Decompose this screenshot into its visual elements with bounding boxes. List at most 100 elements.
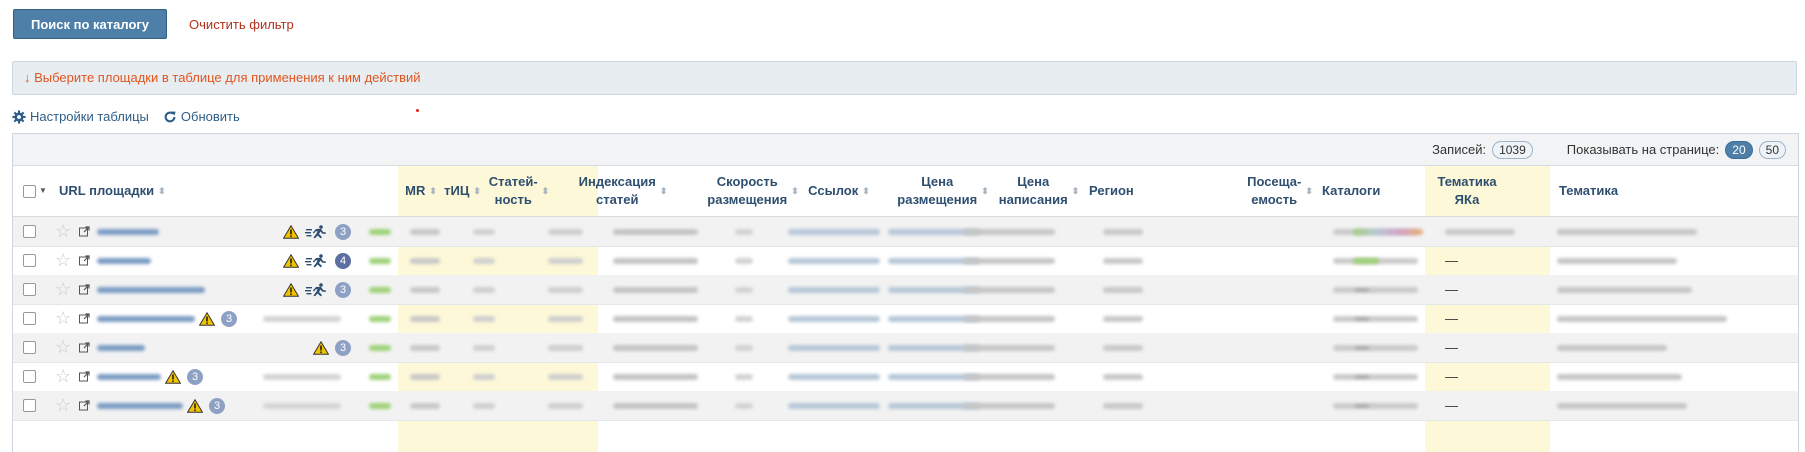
col-yaca-topic[interactable]: Тематика ЯКа <box>1425 166 1509 216</box>
topic-cell <box>1557 333 1667 362</box>
row-checkbox[interactable] <box>23 283 36 296</box>
col-price[interactable]: Цена размещения ⬍ <box>883 166 1003 216</box>
row-checkbox[interactable] <box>23 399 36 412</box>
site-url-cell <box>97 391 183 420</box>
sort-icon: ⬍ <box>981 186 989 196</box>
table-row[interactable]: ☆ 3 — <box>13 333 1798 363</box>
row-checkbox[interactable] <box>23 341 36 354</box>
external-link-icon[interactable] <box>79 313 90 324</box>
favorite-cell: ☆ <box>55 333 71 362</box>
running-man-icon[interactable] <box>305 253 329 268</box>
blurred-value <box>613 362 698 391</box>
star-icon[interactable]: ☆ <box>55 395 71 416</box>
row-checkbox[interactable] <box>23 312 36 325</box>
site-url-link[interactable] <box>97 315 195 322</box>
col-region[interactable]: Регион <box>1089 166 1209 216</box>
count-badge[interactable]: 3 <box>209 397 225 414</box>
star-icon[interactable]: ☆ <box>55 366 71 387</box>
blurred-value <box>369 391 391 420</box>
col-traffic[interactable]: Посеща-емость ⬍ <box>1238 166 1322 216</box>
favorite-cell: ☆ <box>55 304 71 333</box>
site-url-link[interactable] <box>97 402 183 409</box>
star-icon[interactable]: ☆ <box>55 279 71 300</box>
select-all-checkbox[interactable] <box>23 184 36 198</box>
table-row[interactable]: ☆ 3 — <box>13 304 1798 334</box>
table-row[interactable]: ☆ 3 — <box>13 391 1798 421</box>
table-settings-link[interactable]: Настройки таблицы <box>12 109 149 124</box>
warning-icon[interactable] <box>283 224 299 239</box>
col-speed[interactable]: Скорость размещения ⬍ <box>693 166 813 216</box>
site-url-link[interactable] <box>97 373 161 380</box>
site-extra <box>263 362 341 391</box>
star-icon[interactable]: ☆ <box>55 250 71 271</box>
records-count: 1039 <box>1492 140 1533 159</box>
external-link-icon[interactable] <box>79 342 90 353</box>
count-badge[interactable]: 3 <box>187 368 203 385</box>
table-row[interactable]: ☆ 3 — <box>13 362 1798 392</box>
col-url[interactable]: URL площадки ⬍ <box>59 166 259 216</box>
col-topic[interactable]: Тематика <box>1559 166 1679 216</box>
table-row[interactable]: ☆ 4 — <box>13 246 1798 276</box>
refresh-link[interactable]: Обновить <box>163 109 240 124</box>
row-checkbox[interactable] <box>23 225 36 238</box>
star-icon[interactable]: ☆ <box>55 308 71 329</box>
warning-icon[interactable] <box>199 311 215 326</box>
count-badge[interactable]: 3 <box>335 281 351 298</box>
col-catalogs[interactable]: Каталоги <box>1322 166 1422 216</box>
count-badge[interactable]: 3 <box>335 339 351 356</box>
blurred-value <box>369 333 391 362</box>
site-url-link[interactable] <box>97 257 151 264</box>
blurred-value <box>963 333 1055 362</box>
external-link-icon[interactable] <box>79 284 90 295</box>
blurred-value <box>1103 246 1143 275</box>
count-badge[interactable]: 3 <box>221 310 237 327</box>
external-link-icon[interactable] <box>79 400 90 411</box>
col-tic[interactable]: тИЦ ⬍ <box>441 166 484 216</box>
blurred-value <box>1103 217 1143 246</box>
blurred-value <box>548 246 583 275</box>
topic-cell <box>1557 246 1677 275</box>
col-mr[interactable]: MR ⬍ <box>401 166 441 216</box>
warning-icon[interactable] <box>187 398 203 413</box>
running-man-icon[interactable] <box>305 224 329 239</box>
running-man-icon[interactable] <box>305 282 329 297</box>
col-write-price[interactable]: Цена написания ⬍ <box>989 166 1089 216</box>
star-icon[interactable]: ☆ <box>55 221 71 242</box>
warning-icon[interactable] <box>283 282 299 297</box>
per-page-option-50[interactable]: 50 <box>1758 140 1786 159</box>
count-badge[interactable]: 3 <box>335 223 351 240</box>
site-url-link[interactable] <box>97 228 159 235</box>
site-extra <box>263 304 341 333</box>
external-link-icon[interactable] <box>79 255 90 266</box>
col-yaca-topic-label-2: ЯКа <box>1454 192 1480 207</box>
site-url-link[interactable] <box>97 286 205 293</box>
row-checkbox[interactable] <box>23 370 36 383</box>
external-link-icon[interactable] <box>79 371 90 382</box>
site-url-link[interactable] <box>97 344 145 351</box>
favorite-cell: ☆ <box>55 217 71 246</box>
col-indexing[interactable]: Индексация статей ⬍ <box>553 166 693 216</box>
warning-icon[interactable] <box>313 340 329 355</box>
open-site-cell <box>79 304 90 333</box>
status-icons: 3 <box>165 362 203 391</box>
per-page-option-20[interactable]: 20 <box>1725 140 1753 159</box>
warning-icon[interactable] <box>283 253 299 268</box>
top-toolbar: Поиск по каталогу Очистить фильтр <box>13 8 294 40</box>
warning-icon[interactable] <box>165 369 181 384</box>
catalog-search-button[interactable]: Поиск по каталогу <box>13 9 168 39</box>
col-links[interactable]: Ссылок ⬍ <box>799 166 879 216</box>
red-dot-marker <box>416 109 419 112</box>
clear-filter-link[interactable]: Очистить фильтр <box>189 17 294 32</box>
select-all-control[interactable]: ▼ <box>23 166 58 216</box>
external-link-icon[interactable] <box>79 226 90 237</box>
row-checkbox[interactable] <box>23 254 36 267</box>
blurred-value <box>410 275 440 304</box>
table-row[interactable]: ☆ 3 — <box>13 275 1798 305</box>
col-articles[interactable]: Статей-ность ⬍ <box>485 166 553 216</box>
yaca-topic-value: — <box>1445 369 1458 384</box>
chevron-down-icon[interactable]: ▼ <box>39 182 47 200</box>
star-icon[interactable]: ☆ <box>55 337 71 358</box>
table-row[interactable]: ☆ 3 <box>13 217 1798 247</box>
count-badge[interactable]: 4 <box>335 252 351 269</box>
blurred-value <box>963 246 1055 275</box>
